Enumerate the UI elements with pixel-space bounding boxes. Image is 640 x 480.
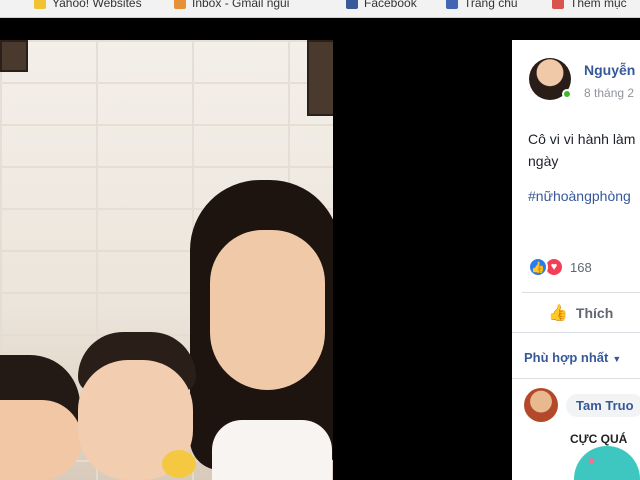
bookmark-label: Yahoo! Websites [52, 0, 142, 10]
wall-frame [0, 40, 28, 72]
toy-egg [162, 450, 196, 478]
commenter-avatar[interactable] [524, 388, 558, 422]
post-hashtag[interactable]: #nữhoàngphòng [528, 188, 631, 204]
divider [522, 292, 640, 293]
post-photo[interactable] [0, 40, 333, 480]
woman-face [210, 230, 325, 390]
bookmark-trang-chu[interactable]: Trang chủ [446, 0, 518, 12]
woman-shirt [212, 420, 332, 480]
folder-icon [552, 0, 564, 9]
post-panel: Nguyễn 8 tháng 2 Cô vi vi hành làm nhau … [512, 40, 640, 480]
sticker-text: CỰC QUÁ [570, 432, 628, 446]
like-reaction-icon: 👍 [528, 257, 548, 277]
reaction-count: 168 [570, 259, 592, 275]
comment-bubble: Tam Truo [566, 394, 640, 417]
bookmark-yahoo-websites[interactable]: Yahoo! Websites [34, 0, 142, 12]
bookmark-label: Thêm mục [570, 0, 627, 10]
thumbs-up-icon: 👍 [548, 305, 568, 322]
wall-frame [307, 40, 333, 116]
bookmark-label: Facebook [364, 0, 417, 10]
photo-viewer [0, 40, 512, 480]
sort-label: Phù hợp nhất [524, 350, 609, 365]
author-name[interactable]: Nguyễn [584, 62, 635, 78]
girl-face [0, 400, 82, 480]
gmail-icon [174, 0, 186, 9]
facebook-icon [446, 0, 458, 9]
heart-icon: ♥ [588, 454, 596, 468]
caret-down-icon: ▼ [612, 354, 622, 364]
commenter-name[interactable]: Tam Truo [576, 398, 634, 413]
bookmarks-bar: Yahoo! Websites Inbox - Gmail ngũi Faceb… [0, 0, 640, 18]
bookmark-label: Inbox - Gmail ngũi [192, 0, 290, 10]
divider [512, 378, 640, 379]
bookmark-label: Trang chủ [464, 0, 518, 10]
like-button-label: Thích [575, 305, 614, 321]
divider [512, 332, 640, 333]
bookmark-them-muc[interactable]: Thêm mục [552, 0, 627, 12]
comment-sticker: CỰC QUÁ ♥ [566, 432, 640, 480]
bookmark-facebook[interactable]: Facebook [346, 0, 417, 12]
online-status-icon [562, 89, 572, 99]
folder-icon [34, 0, 46, 9]
comment-sort-dropdown[interactable]: Phù hợp nhất ▼ [524, 350, 621, 365]
post-time[interactable]: 8 tháng 2 [584, 86, 634, 100]
like-button[interactable]: 👍 Thích [548, 303, 613, 323]
sticker-character [574, 446, 640, 480]
reactions-summary[interactable]: 👍 ♥ 168 [528, 256, 592, 278]
bookmark-gmail[interactable]: Inbox - Gmail ngũi [174, 0, 289, 12]
facebook-icon [346, 0, 358, 9]
post-text: Cô vi vi hành làm nhau suốt ngày [528, 131, 640, 169]
